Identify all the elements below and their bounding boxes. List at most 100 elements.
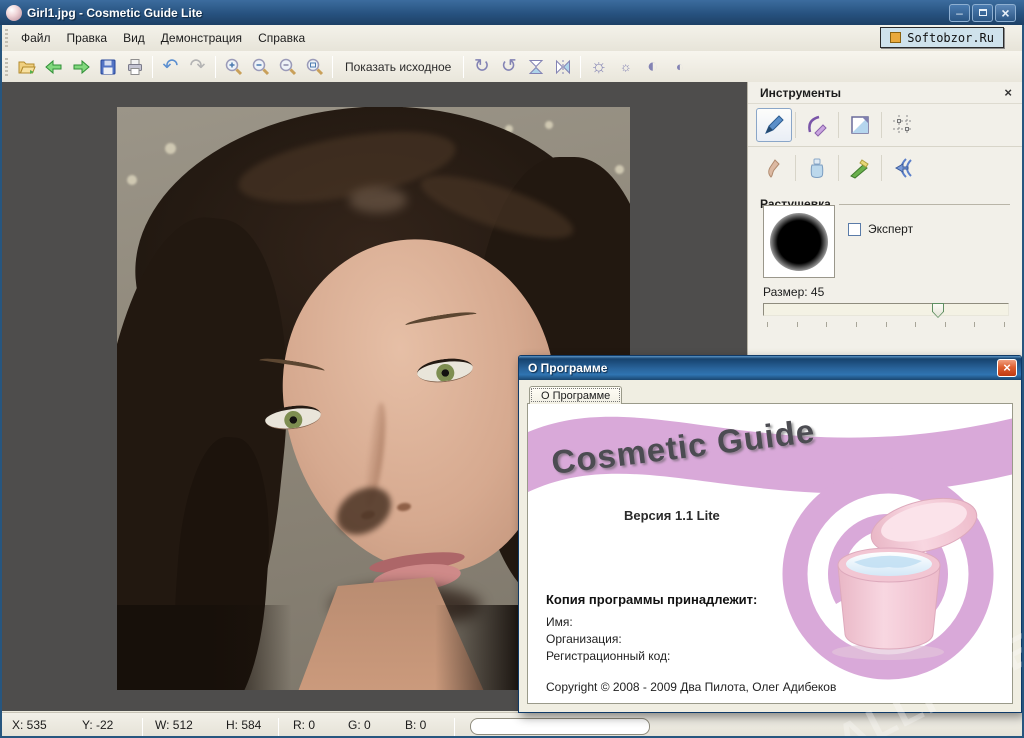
bend-arrows-tool[interactable] [885,151,921,185]
menu-demonstration[interactable]: Демонстрация [153,27,250,49]
title-bar[interactable]: Girl1.jpg - Cosmetic Guide Lite – × [0,0,1024,25]
toolbar-separator [215,56,216,78]
close-button[interactable]: × [995,4,1016,22]
flip-vertical-button[interactable] [522,54,549,80]
tool-separator [838,112,839,138]
restore-icon [979,9,987,16]
nav-back-icon [44,57,64,77]
brightness-button[interactable]: ☼ [585,54,612,80]
status-bar: X: 535 Y: -22 W: 512 H: 584 R: 0 G: 0 B:… [2,712,1022,736]
zoom-in-button[interactable] [220,54,247,80]
registration-code-label: Регистрационный код: [546,649,670,663]
about-dialog-close-button[interactable]: × [997,359,1017,377]
menu-edit[interactable]: Правка [59,27,116,49]
status-divider [142,718,143,736]
show-original-button[interactable]: Показать исходное [337,55,459,79]
about-dialog-title: О Программе [528,361,997,375]
brightness-small-button[interactable]: ☼ [612,54,639,80]
back-button[interactable] [40,54,67,80]
undo-button[interactable]: ↶ [157,54,184,80]
mesh-grid-icon [891,113,915,137]
about-dialog-title-bar[interactable]: О Программе × [519,356,1021,380]
tool-separator [795,112,796,138]
zoom-actual-button[interactable] [274,54,301,80]
flip-vertical-icon [526,57,546,77]
bokeh-dot [545,121,553,129]
rotate-ccw-button[interactable]: ↺ [495,54,522,80]
curve-brush-tool[interactable] [799,108,835,142]
brightness-icon: ☼ [590,57,607,76]
redo-button[interactable]: ↷ [184,54,211,80]
tool-separator [838,155,839,181]
zoom-fit-button[interactable] [301,54,328,80]
concealer-tool[interactable] [756,151,792,185]
contrast-small-button[interactable]: ◐ [666,54,693,80]
blemish-forehead [349,187,407,213]
tool-separator [795,155,796,181]
window-title: Girl1.jpg - Cosmetic Guide Lite [27,6,949,20]
save-button[interactable] [94,54,121,80]
zoom-out-button[interactable] [247,54,274,80]
flip-horizontal-button[interactable] [549,54,576,80]
menu-view[interactable]: Вид [115,27,153,49]
owner-organization-label: Организация: [546,632,622,646]
levels-square-tool[interactable] [842,108,878,142]
brush-feather-dot [770,213,828,271]
tool-row-2 [748,146,1022,189]
bend-arrows-icon [891,156,915,180]
size-slider-thumb[interactable] [932,303,944,318]
rotate-cw-button[interactable]: ↻ [468,54,495,80]
owner-heading: Копия программы принадлежит: [546,592,757,607]
toothbrush-tool[interactable] [842,151,878,185]
zoom-in-icon [224,57,244,77]
owner-name-label: Имя: [546,615,573,629]
section-rule [839,204,1010,205]
powder-bottle-tool[interactable] [799,151,835,185]
about-tab-page: Cosmetic Guide Версия 1.1 Lite Копия про… [527,403,1013,704]
window-border-left [0,0,2,738]
mesh-grid-tool[interactable] [885,108,921,142]
softobzor-button[interactable]: Softobzor.Ru [880,27,1004,48]
softobzor-icon [890,32,901,43]
toolbar-grip[interactable] [5,58,8,76]
retouch-pen-tool[interactable] [756,108,792,142]
restore-button[interactable] [972,4,993,22]
slider-tick [915,322,916,327]
tool-separator [881,155,882,181]
print-button[interactable] [121,54,148,80]
slider-tick [767,322,768,327]
size-slider[interactable] [763,303,1009,316]
expert-checkbox[interactable] [848,223,861,236]
iris [435,363,455,383]
toothbrush-icon [848,156,872,180]
status-divider [278,718,279,736]
brightness-small-icon: ☼ [620,60,632,73]
contrast-button[interactable]: ◐ [639,54,666,80]
tools-panel-title: Инструменты [760,86,1004,100]
app-icon [6,5,22,21]
toolbar-separator [580,56,581,78]
status-r: R: 0 [293,718,315,732]
menu-file[interactable]: Файл [13,27,59,49]
nav-forward-icon [71,57,91,77]
about-tab[interactable]: О Программе [529,386,622,404]
zoom-actual-icon [278,57,298,77]
toolbar-separator [332,56,333,78]
status-g: G: 0 [348,718,371,732]
forward-button[interactable] [67,54,94,80]
app-window: Girl1.jpg - Cosmetic Guide Lite – × Файл… [0,0,1024,738]
menu-help[interactable]: Справка [250,27,313,49]
contrast-icon: ◐ [647,57,658,76]
zoom-fit-icon [305,57,325,77]
slider-tick [1004,322,1005,327]
minimize-button[interactable]: – [949,4,970,22]
iris [283,410,303,430]
tools-panel-close-icon[interactable]: × [1004,86,1012,99]
status-x: X: 535 [12,718,47,732]
softobzor-label: Softobzor.Ru [907,31,994,45]
open-button[interactable] [13,54,40,80]
menu-grip[interactable] [5,29,8,47]
bokeh-dot [127,175,137,185]
about-dialog: О Программе × О Программе [518,355,1022,713]
brush-preview [763,205,835,278]
